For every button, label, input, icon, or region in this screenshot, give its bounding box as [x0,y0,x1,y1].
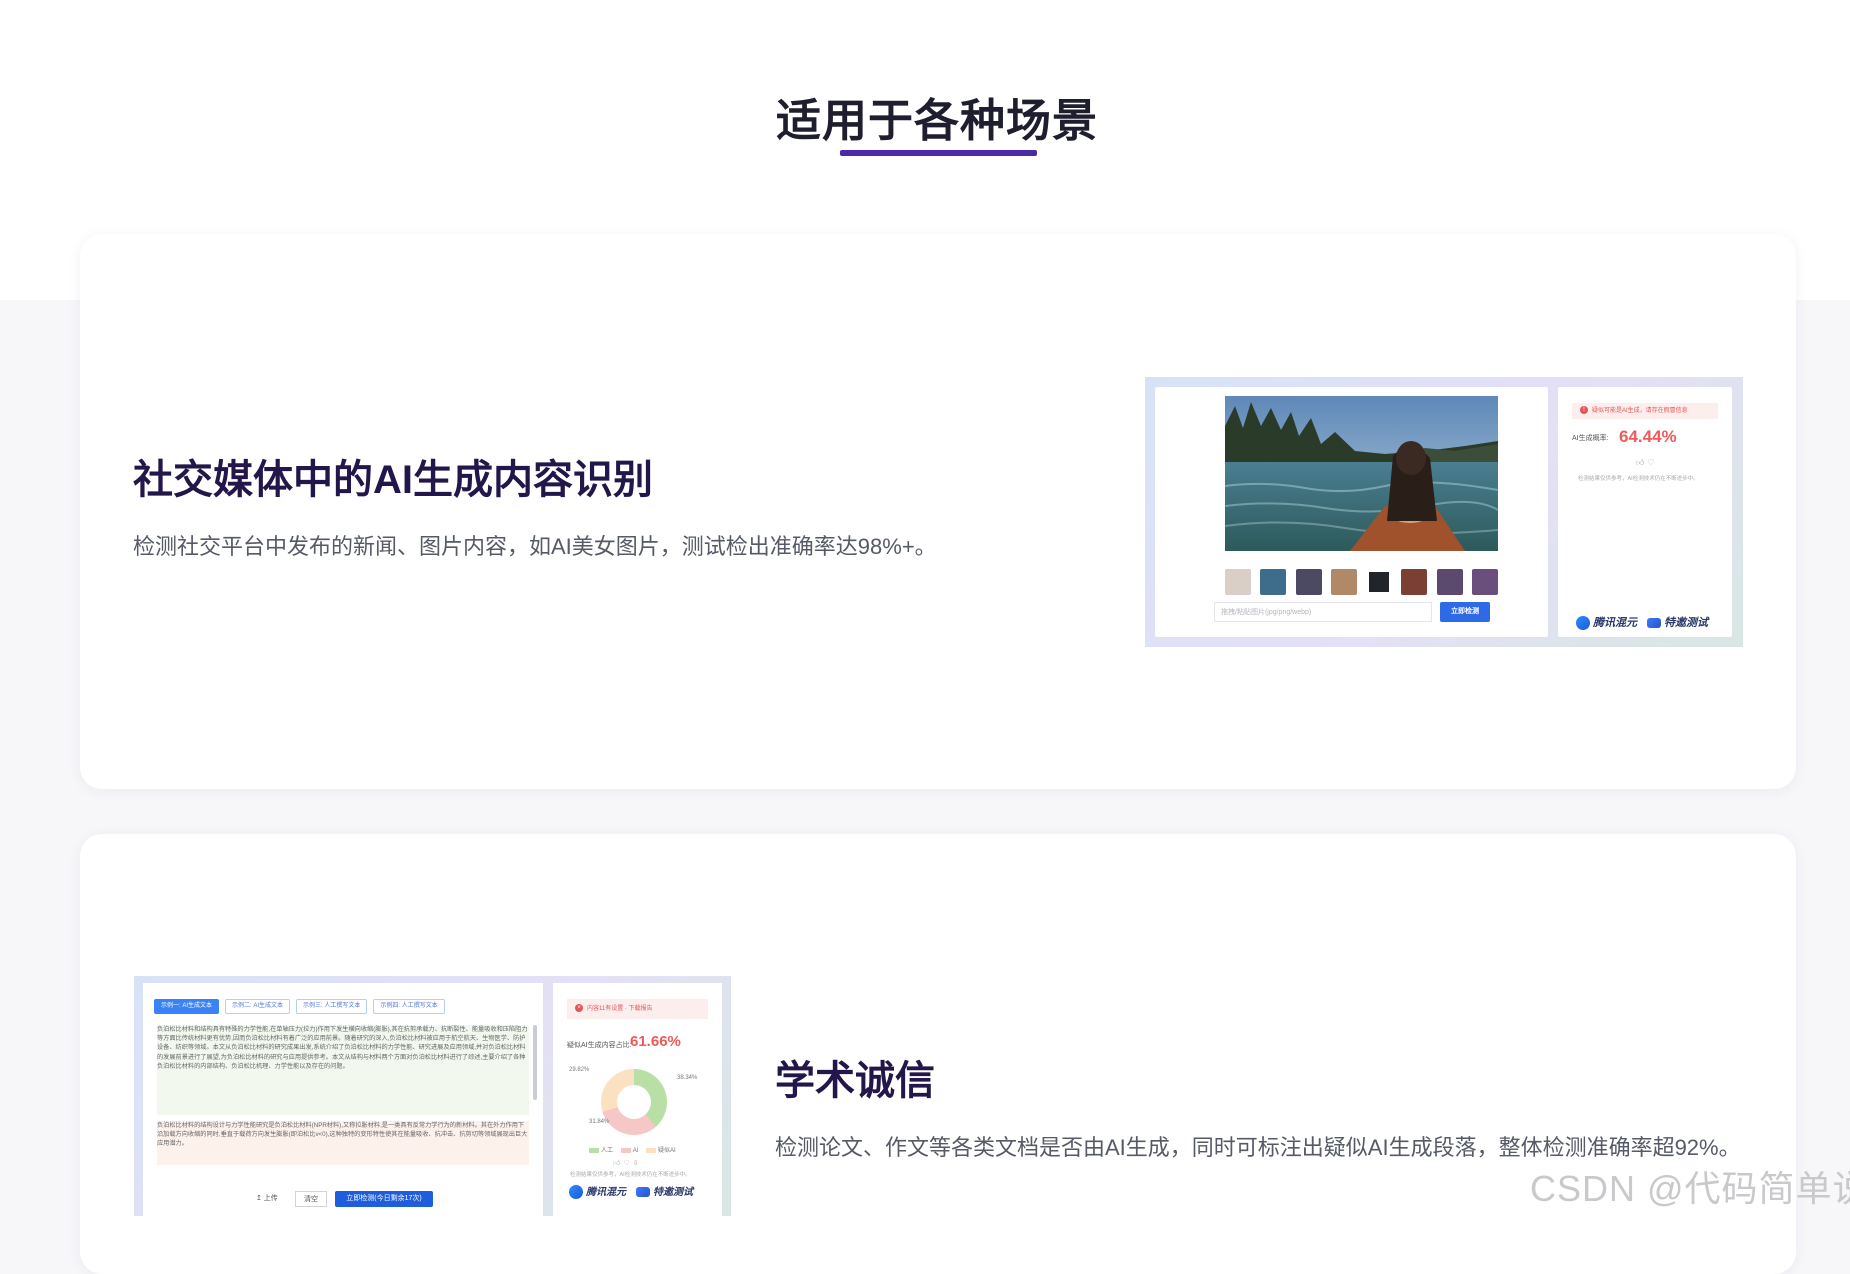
feature-title-academic: 学术诚信 [775,1059,935,1103]
sample-thumbnails [1225,569,1498,595]
logo-test: 特邀测试 [653,1187,693,1198]
academic-detect-screenshot: 示例一: AI生成文本 示例二: AI生成文本 示例三: 人工撰写文本 示例四:… [134,976,731,1223]
sample-thumbnail[interactable] [1436,569,1463,595]
warning-text: 内容11有设置 · 下载报告 [587,1006,653,1012]
warning-banner: ! 疑似可能是AI生成，请存在假冒信息 [1572,403,1718,419]
warning-icon: × [575,1004,583,1013]
text-paragraph-suspect: 负泊松比材料的结构设计与力学性能研究是负泊松比材料(NPR材料),又称拉胀材料,… [157,1121,529,1165]
result-panel: × 内容11有设置 · 下载报告 疑似AI生成内容占比: 61.66% 29.82… [553,983,722,1223]
sample-photo [1225,396,1498,551]
clear-button[interactable]: 清空 [295,1191,327,1207]
sample-thumbnail[interactable] [1401,569,1428,595]
logo-hunyuan: 腾讯混元 [1593,617,1637,629]
logo-test: 特邀测试 [1664,617,1708,629]
image-url-input[interactable]: 拖拽/粘贴图片(jpg/png/webp) [1214,602,1432,622]
ai-ratio-label: 疑似AI生成内容占比: [567,1042,632,1049]
sample-thumbnail[interactable] [1330,569,1357,595]
sample-thumbnail[interactable] [1295,569,1322,595]
detect-button[interactable]: 立即检测 [1440,602,1490,622]
rate-label: AI生成概率: [1572,435,1609,442]
rate-value: 64.44% [1619,427,1677,446]
text-input-panel: 示例一: AI生成文本 示例二: AI生成文本 示例三: 人工撰写文本 示例四:… [143,983,543,1223]
test-logo-icon [1647,618,1661,629]
donut-hole [617,1085,651,1119]
example-tabs: 示例一: AI生成文本 示例二: AI生成文本 示例三: 人工撰写文本 示例四:… [154,999,445,1014]
warning-banner: × 内容11有设置 · 下载报告 [567,999,708,1019]
feedback-icons[interactable]: 👍︎♡ [1636,458,1658,468]
tab-example-2[interactable]: 示例二: AI生成文本 [225,999,291,1014]
feature-title-social: 社交媒体中的AI生成内容识别 [133,458,653,502]
hunyuan-logo-icon [569,1185,583,1200]
upload-button[interactable]: ↥ 上传 [256,1193,278,1203]
partner-logos: 腾讯混元 特邀测试 [569,1183,693,1200]
result-note: 检测结果仅供参考，AI检测技术仍在不断进步中。 [1578,476,1699,482]
text-scrollbar[interactable] [533,1025,537,1100]
sample-thumbnail[interactable] [1260,569,1287,595]
legend-ai: AI [632,1148,639,1154]
legend-human: 人工 [601,1148,614,1154]
result-note: 检测结果仅供参考，AI检测技术仍在不断进步中。 [570,1172,691,1178]
tab-example-4[interactable]: 示例四: 人工撰写文本 [373,999,445,1014]
hunyuan-logo-icon [1576,616,1590,631]
section-title: 适用于各种场景 [775,95,1098,146]
logo-hunyuan: 腾讯混元 [586,1187,626,1198]
legend-swatch [620,1147,631,1153]
sample-thumbnail[interactable] [1471,569,1498,595]
image-upload-panel: 拖拽/粘贴图片(jpg/png/webp) 立即检测 [1155,387,1548,637]
legend-swatch [646,1147,657,1153]
social-detect-screenshot: 拖拽/粘贴图片(jpg/png/webp) 立即检测 ! 疑似可能是AI生成，请存… [1145,377,1743,647]
title-underline [840,150,1037,156]
test-logo-icon [636,1187,650,1198]
detect-button[interactable]: 立即检测(今日剩余17次) [335,1191,433,1207]
tab-example-3[interactable]: 示例三: 人工撰写文本 [296,999,368,1014]
partner-logos: 腾讯混元 特邀测试 [1576,614,1708,631]
feedback-icons[interactable]: 👍︎♡⇩ [613,1158,641,1167]
legend-swatch [589,1147,599,1153]
ratio-donut-chart [601,1069,667,1135]
warning-text: 疑似可能是AI生成，请存在假冒信息 [1592,408,1688,414]
warning-icon: ! [1580,406,1588,415]
watermark: CSDN @代码简单说 [1530,1168,1850,1209]
ai-ratio-value: 61.66% [630,1033,681,1050]
pct-label: 29.82% [569,1067,590,1073]
pct-label: 38.34% [677,1075,698,1081]
tab-example-1[interactable]: 示例一: AI生成文本 [154,999,220,1014]
sample-thumbnail[interactable] [1366,569,1393,595]
feature-desc-social: 检测社交平台中发布的新闻、图片内容，如AI美女图片，测试检出准确率达98%+。 [133,534,937,559]
feature-desc-academic: 检测论文、作文等各类文档是否由AI生成，同时可标注出疑似AI生成段落，整体检测准… [775,1135,1741,1160]
sample-thumbnail[interactable] [1225,569,1251,595]
chart-legend: 人工 AI 疑似AI [583,1145,676,1154]
legend-suspect: 疑似AI [658,1148,676,1154]
pct-label: 31.84% [589,1119,610,1125]
result-panel: ! 疑似可能是AI生成，请存在假冒信息 AI生成概率: 64.44% 👍︎♡ 检测… [1558,387,1732,637]
text-paragraph-ai: 负泊松比材料和结构具有特殊的力学性能,在单轴压力(拉力)作用下发生横向收缩(膨胀… [157,1025,529,1115]
